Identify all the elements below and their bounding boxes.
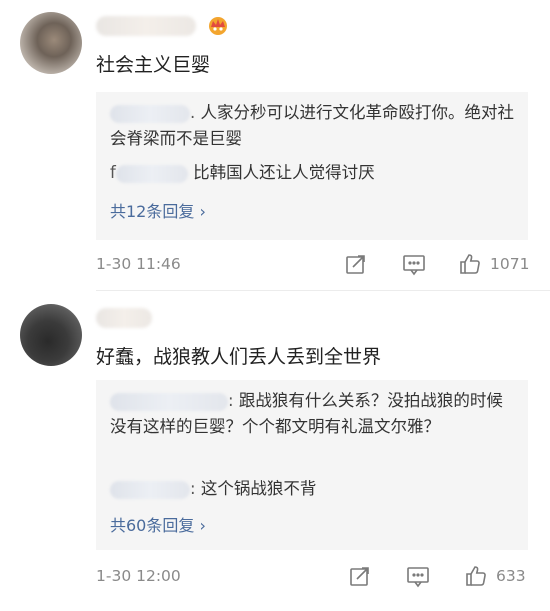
avatar[interactable] (20, 12, 82, 74)
view-more-replies-link[interactable]: 共12条回复 › (110, 198, 206, 222)
reply-1[interactable]: : 跟战狼有什么关系？没拍战狼的时候没有这样的巨婴？个个都文明有礼温文尔雅？ (110, 388, 516, 440)
reply-1[interactable]: . 人家分秒可以进行文化革命殴打你。绝对社会脊梁而不是巨婴 (110, 100, 516, 152)
like-count: 633 (496, 567, 526, 585)
comment-text: 好蠢，战狼教人们丢人丢到全世界 (96, 346, 382, 368)
replies-box[interactable]: . 人家分秒可以进行文化革命殴打你。绝对社会脊梁而不是巨婴 f 比韩国人还让人觉… (96, 92, 528, 240)
username-blurred[interactable] (96, 308, 152, 328)
comment-text: 社会主义巨婴 (96, 54, 211, 76)
reply-text: 比韩国人还让人觉得讨厌 (193, 163, 375, 182)
comment-2: 好蠢，战狼教人们丢人丢到全世界 : 跟战狼有什么关系？没拍战狼的时候没有这样的巨… (0, 292, 550, 611)
timestamp: 1-30 12:00 (96, 567, 181, 585)
thumbs-up-icon (466, 566, 486, 586)
comment-meta: 1-30 12:00 633 (96, 564, 550, 590)
crown-badge-icon (205, 14, 231, 36)
username-blurred[interactable] (96, 16, 196, 36)
avatar[interactable] (20, 304, 82, 366)
reply-username-blurred[interactable] (110, 104, 190, 123)
comment-icon[interactable] (402, 252, 426, 276)
like-button[interactable]: 1071 (458, 252, 538, 276)
like-count: 1071 (490, 255, 530, 273)
share-icon[interactable] (344, 252, 368, 276)
reply-username-blurred[interactable] (115, 164, 188, 183)
reply-text: 这个锅战狼不背 (200, 479, 317, 498)
thumbs-up-icon (460, 254, 480, 274)
like-button[interactable]: 633 (464, 564, 544, 588)
divider (96, 290, 550, 291)
comment-meta: 1-30 11:46 1071 (96, 252, 550, 278)
comment-icon[interactable] (406, 564, 430, 588)
reply-username-blurred[interactable] (110, 392, 228, 411)
timestamp: 1-30 11:46 (96, 255, 181, 273)
reply-2[interactable]: : 这个锅战狼不背 (110, 476, 516, 502)
view-more-replies-link[interactable]: 共60条回复 › (110, 512, 206, 536)
share-icon[interactable] (348, 564, 372, 588)
comment-1: 社会主义巨婴 . 人家分秒可以进行文化革命殴打你。绝对社会脊梁而不是巨婴 f 比… (0, 0, 550, 292)
replies-box[interactable]: : 跟战狼有什么关系？没拍战狼的时候没有这样的巨婴？个个都文明有礼温文尔雅？ :… (96, 380, 528, 550)
reply-username-blurred[interactable] (110, 480, 190, 499)
reply-2[interactable]: f 比韩国人还让人觉得讨厌 (110, 160, 516, 186)
